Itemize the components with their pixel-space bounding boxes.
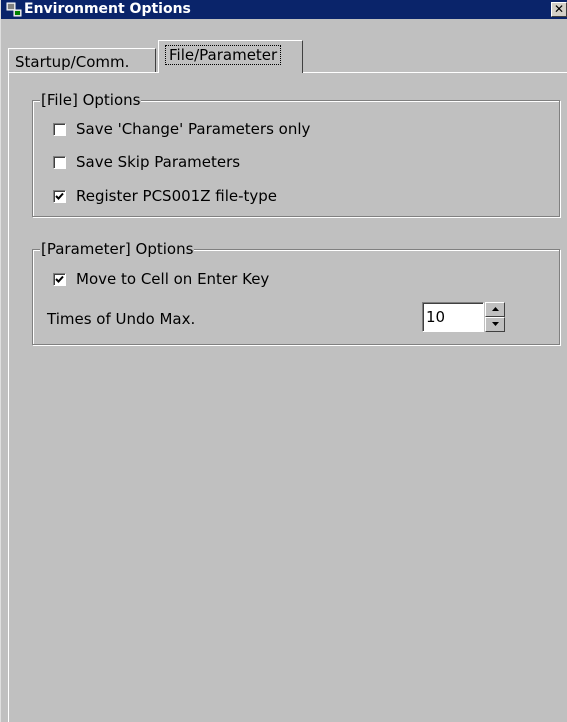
option-label: Move to Cell on Enter Key — [76, 270, 270, 288]
undo-max-label: Times of Undo Max. — [47, 310, 196, 328]
register-file-type-checkbox[interactable] — [53, 190, 66, 203]
checkmark-icon — [55, 192, 64, 200]
checkmark-icon — [55, 275, 64, 283]
close-icon: ✕ — [553, 2, 565, 16]
parameter-options-legend: [Parameter] Options — [40, 240, 195, 258]
window-title: Environment Options — [24, 1, 191, 17]
spin-up-button[interactable] — [485, 302, 505, 317]
dialog-window: Environment Options ✕ Startup/Comm. File… — [0, 0, 567, 722]
save-skip-parameters-checkbox[interactable] — [53, 156, 66, 169]
file-options-legend: [File] Options — [40, 91, 142, 109]
option-label: Register PCS001Z file-type — [76, 187, 278, 205]
tab-startup-comm[interactable]: Startup/Comm. — [8, 48, 156, 73]
title-bar[interactable]: Environment Options ✕ — [1, 0, 567, 19]
close-button[interactable]: ✕ — [551, 2, 567, 17]
option-label: Save 'Change' Parameters only — [76, 120, 311, 138]
spin-down-button[interactable] — [485, 317, 505, 332]
option-label: Save Skip Parameters — [76, 153, 241, 171]
tab-file-parameter[interactable]: File/Parameter — [158, 40, 303, 73]
save-change-parameters-checkbox[interactable] — [53, 123, 66, 136]
undo-max-input[interactable] — [422, 302, 484, 332]
app-icon — [6, 2, 22, 17]
tab-label: File/Parameter — [165, 45, 282, 65]
tab-label: Startup/Comm. — [15, 53, 130, 71]
move-to-cell-checkbox[interactable] — [53, 273, 66, 286]
spin-down-arrow-icon — [492, 322, 499, 326]
spin-up-arrow-icon — [492, 307, 499, 311]
